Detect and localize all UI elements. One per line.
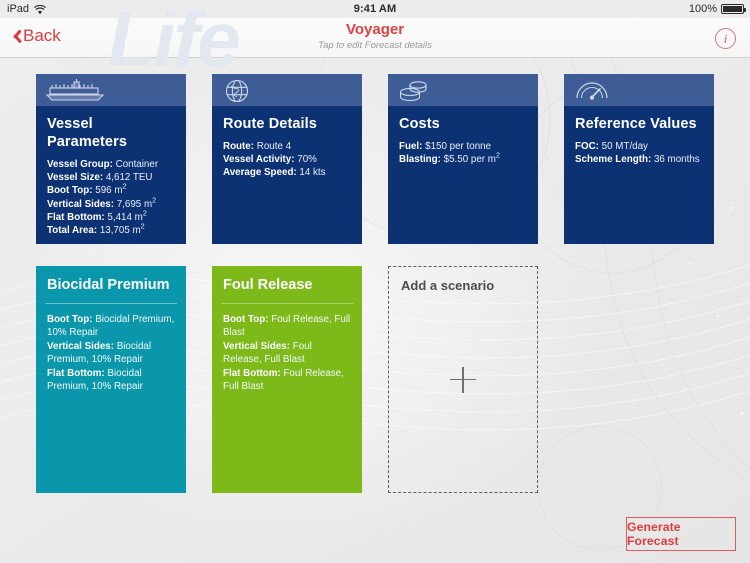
card-vessel-parameters[interactable]: Vessel Parameters Vessel Group: Containe…	[36, 74, 186, 244]
card-reference-values[interactable]: Reference Values FOC: 50 MT/day Scheme L…	[564, 74, 714, 244]
card-title: Costs	[399, 116, 440, 132]
card-body: Route Details Route: Route 4 Vessel Acti…	[212, 106, 362, 188]
row: Route: Route 4	[223, 141, 292, 152]
row: Scheme Length: 36 months	[575, 154, 700, 166]
status-bar-right: 100%	[688, 3, 746, 15]
card-body: Costs Fuel: $150 per tonne Blasting: $5.…	[388, 106, 538, 174]
battery-percent-label: 100%	[688, 3, 717, 15]
status-bar: iPad 9:41 AM 100%	[0, 0, 750, 18]
card-icon-band	[564, 74, 714, 106]
card-rows: Fuel: $150 per tonne Blasting: $5.50 per…	[399, 140, 528, 166]
add-scenario-card[interactable]: Add a scenario	[388, 266, 538, 493]
ship-icon	[45, 79, 105, 101]
card-icon-band	[388, 74, 538, 106]
card-title: Vessel Parameters	[47, 116, 127, 150]
scenario-card-rows: Boot Top: Biocidal Premium, 10% Repair V…	[36, 304, 186, 393]
row: Boot Top: Biocidal Premium, 10% Repair	[47, 314, 175, 339]
battery-icon	[721, 4, 746, 14]
main-content: Vessel Parameters Vessel Group: Containe…	[0, 58, 750, 563]
coins-icon	[399, 81, 427, 102]
page-title: Voyager	[345, 21, 405, 38]
row: Boot Top: 596 m2	[47, 182, 127, 197]
row: Total Area: 13,705 m2	[47, 221, 145, 237]
row: Flat Bottom: Foul Release, Full Blast	[223, 367, 344, 393]
page-subtitle: Tap to edit Forecast details	[318, 40, 432, 51]
card-rows: FOC: 50 MT/day Scheme Length: 36 months	[575, 140, 704, 166]
row: Boot Top: Foul Release, Full Blast	[223, 314, 351, 339]
add-scenario-title: Add a scenario	[401, 278, 495, 293]
scenario-card-rows: Boot Top: Foul Release, Full Blast Verti…	[212, 304, 362, 393]
generate-forecast-label: Generate Forecast	[627, 520, 681, 548]
card-title: Reference Values	[575, 116, 697, 132]
plus-icon[interactable]	[450, 366, 476, 393]
row: Flat Bottom: 5,414 m2	[47, 208, 147, 223]
gauge-icon	[576, 82, 608, 100]
scenario-card-title: Foul Release	[223, 277, 313, 293]
row: Flat Bottom: Biocidal Premium, 10% Repai…	[47, 367, 143, 393]
row: Vessel Activity: 70%	[223, 154, 317, 166]
row: Fuel: $150 per tonne	[399, 141, 492, 152]
row: Vertical Sides: Foul Release, Full Blast	[223, 340, 312, 366]
scenario-card-biocidal-premium[interactable]: Biocidal Premium Boot Top: Biocidal Prem…	[36, 266, 186, 493]
row: Vertical Sides: 7,695 m2	[47, 195, 157, 210]
info-circle-icon[interactable]: i	[715, 28, 736, 49]
card-rows: Route: Route 4 Vessel Activity: 70% Aver…	[223, 140, 352, 180]
row: Vessel Group: Container	[47, 159, 159, 170]
card-body: Reference Values FOC: 50 MT/day Scheme L…	[564, 106, 714, 174]
card-body: Vessel Parameters Vessel Group: Containe…	[36, 106, 186, 245]
card-costs[interactable]: Costs Fuel: $150 per tonne Blasting: $5.…	[388, 74, 538, 244]
row: Vessel Size: 4,612 TEU	[47, 172, 153, 184]
scenario-card-title: Biocidal Premium	[47, 277, 170, 293]
card-title: Route Details	[223, 116, 317, 132]
row: FOC: 50 MT/day	[575, 141, 648, 152]
scenario-card-foul-release[interactable]: Foul Release Boot Top: Foul Release, Ful…	[212, 266, 362, 493]
cards-grid: Vessel Parameters Vessel Group: Containe…	[0, 58, 750, 563]
info-icon-label: i	[723, 31, 728, 46]
row: Average Speed: 14 kts	[223, 167, 326, 179]
generate-forecast-button[interactable]: Generate Forecast	[626, 517, 736, 551]
card-rows: Vessel Group: Container Vessel Size: 4,6…	[47, 158, 176, 237]
card-route-details[interactable]: Route Details Route: Route 4 Vessel Acti…	[212, 74, 362, 244]
row: Vertical Sides: Biocidal Premium, 10% Re…	[47, 340, 152, 366]
title-block[interactable]: Voyager Tap to edit Forecast details	[0, 21, 750, 52]
status-bar-clock: 9:41 AM	[353, 3, 397, 15]
row: Blasting: $5.50 per m2	[399, 150, 500, 166]
navigation-bar: Life Back Voyager Tap to edit Forecast d…	[0, 0, 750, 78]
